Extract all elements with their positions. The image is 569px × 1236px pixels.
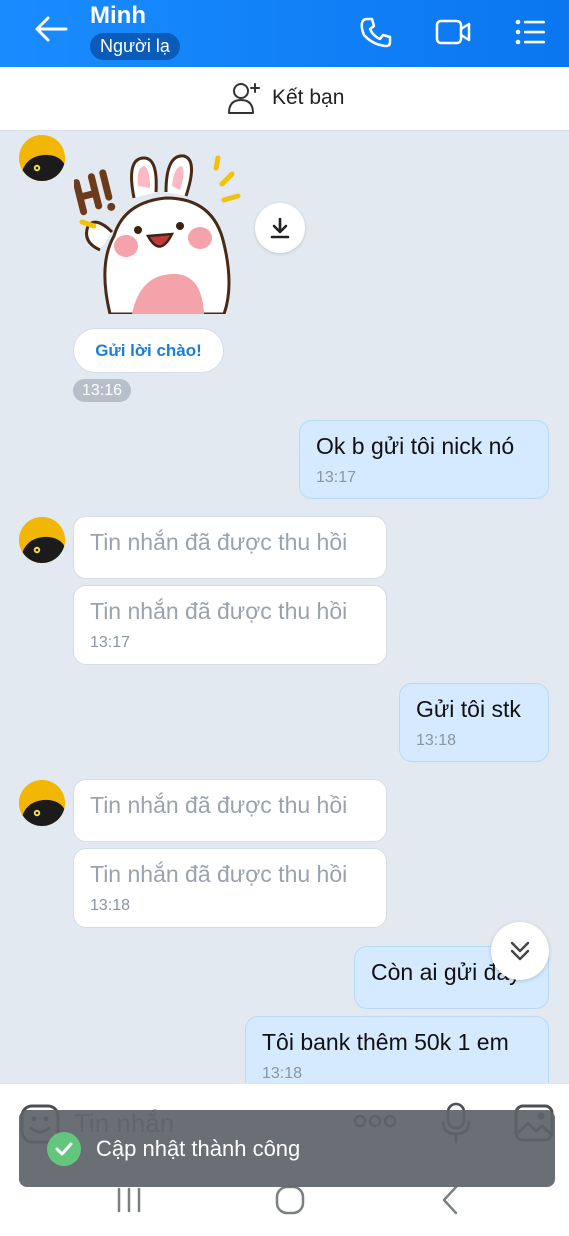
add-user-icon xyxy=(228,83,260,114)
message-text: Tin nhắn đã được thu hồi xyxy=(90,792,348,818)
message-text: Tin nhắn đã được thu hồi xyxy=(90,861,348,887)
download-button[interactable] xyxy=(255,203,305,253)
add-friend-button[interactable]: Kết bạn xyxy=(226,81,344,115)
menu-list-icon[interactable] xyxy=(512,14,548,50)
hi-text-icon xyxy=(74,169,116,216)
avatar[interactable] xyxy=(19,135,65,181)
chat-header: Minh Người lạ xyxy=(0,0,569,67)
message-text: Gửi tôi stk xyxy=(416,696,521,722)
recalled-message[interactable]: Tin nhắn đã được thu hồi 13:17 xyxy=(73,585,387,665)
video-call-icon[interactable] xyxy=(434,14,472,50)
add-friend-bar: Kết bạn xyxy=(0,67,569,131)
download-icon xyxy=(270,217,290,239)
home-icon[interactable] xyxy=(272,1183,308,1217)
scroll-to-bottom-button[interactable] xyxy=(491,922,549,980)
message-time: 13:17 xyxy=(316,469,357,486)
avatar[interactable] xyxy=(19,780,65,826)
avatar[interactable] xyxy=(19,517,65,563)
hi-bunny-sticker[interactable] xyxy=(74,146,250,314)
message-time: 13:18 xyxy=(90,897,131,914)
add-friend-label: Kết bạn xyxy=(272,86,345,109)
message-text: Tin nhắn đã được thu hồi xyxy=(90,529,348,555)
time-label: 13:16 xyxy=(73,379,132,402)
message-text: Ok b gửi tôi nick nó xyxy=(316,433,515,459)
stranger-badge: Người lạ xyxy=(90,33,180,60)
cat-avatar-icon xyxy=(19,780,65,826)
outgoing-message[interactable]: Gửi tôi stk 13:18 xyxy=(399,683,549,762)
recalled-message[interactable]: Tin nhắn đã được thu hồi xyxy=(73,779,387,842)
cat-avatar-icon xyxy=(19,517,65,563)
message-time: 13:17 xyxy=(90,634,131,651)
toast-message: Cập nhật thành công xyxy=(96,1135,301,1161)
contact-name[interactable]: Minh xyxy=(90,2,146,30)
back-arrow-icon[interactable] xyxy=(30,12,70,46)
recent-apps-icon[interactable] xyxy=(112,1183,148,1217)
recalled-message[interactable]: Tin nhắn đã được thu hồi xyxy=(73,516,387,579)
check-circle-icon xyxy=(47,1131,81,1166)
recalled-message[interactable]: Tin nhắn đã được thu hồi 13:18 xyxy=(73,848,387,928)
message-time: 13:18 xyxy=(262,1065,303,1082)
message-text: Tôi bank thêm 50k 1 em xyxy=(262,1029,509,1055)
send-greeting-button[interactable]: Gửi lời chào! xyxy=(73,328,224,373)
nav-back-icon[interactable] xyxy=(432,1183,468,1217)
outgoing-message[interactable]: Ok b gửi tôi nick nó 13:17 xyxy=(299,420,549,499)
message-text: Tin nhắn đã được thu hồi xyxy=(90,598,348,624)
cat-avatar-icon xyxy=(19,135,65,181)
phone-call-icon[interactable] xyxy=(358,14,394,50)
double-chevron-down-icon xyxy=(510,941,530,961)
message-time: 13:18 xyxy=(416,732,457,749)
success-toast: Cập nhật thành công xyxy=(19,1110,555,1187)
